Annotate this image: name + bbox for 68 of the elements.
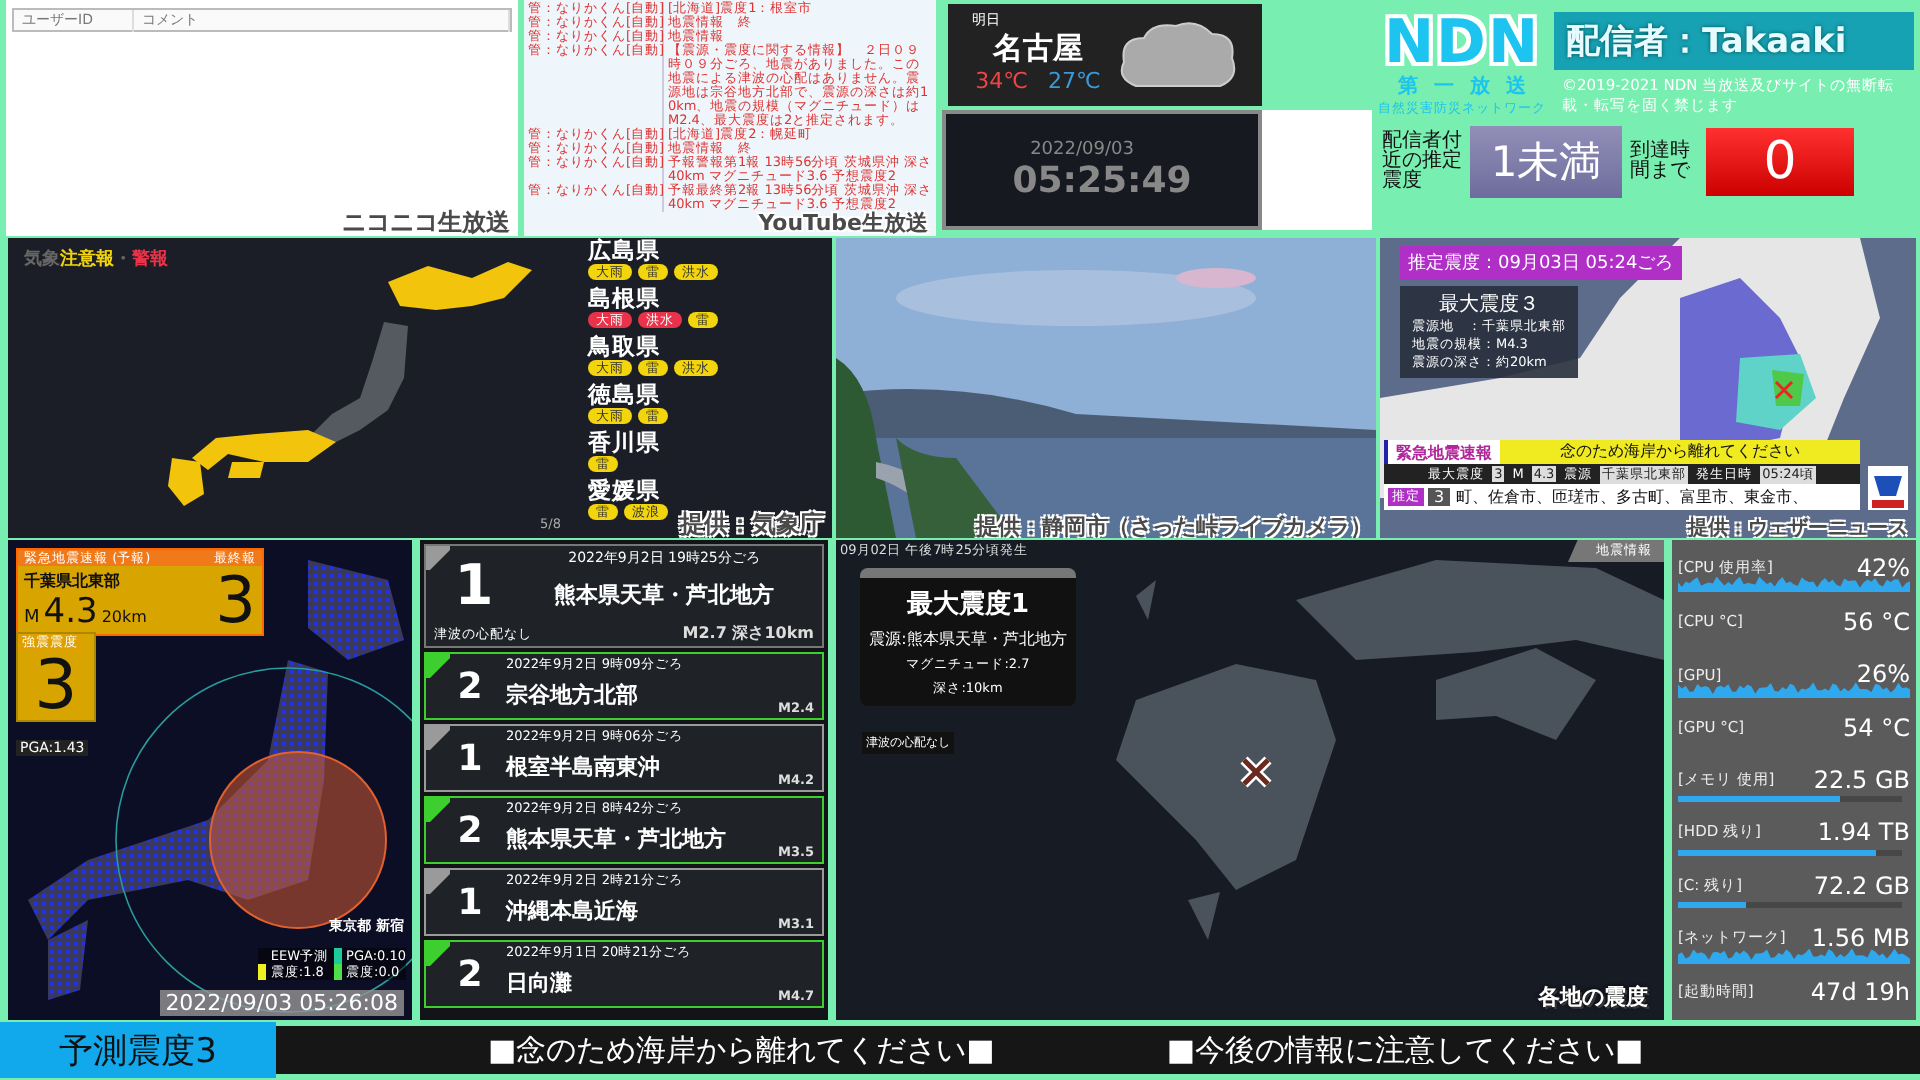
- alert-label: 緊急地震速報: [1384, 440, 1500, 464]
- stat-value: 42%: [1856, 554, 1910, 583]
- city-name: 名古屋: [993, 29, 1083, 67]
- local-intensity-label: 配信者付近の推定震度: [1382, 132, 1462, 192]
- cloud-icon: [1116, 17, 1240, 93]
- quake-place: 熊本県天草・芦北地方: [554, 579, 774, 609]
- max-intensity: 最大震度1: [906, 587, 1030, 622]
- panel-caption: 提供：ウェザーニュース: [1688, 515, 1908, 538]
- stat-value: 1.56 MB: [1811, 924, 1910, 953]
- quake-intensity: 2: [455, 951, 485, 999]
- high-temperature: 34℃: [975, 67, 1028, 93]
- observed-intensity: 3: [34, 652, 78, 720]
- area-list: 町、佐倉市、匝瑳市、多古町、富里市、東金市、: [1456, 486, 1809, 508]
- clock-date: 2022/09/03: [1030, 139, 1134, 159]
- panel-caption: ニコニコ生放送: [342, 206, 510, 236]
- max-intensity: 最大震度３: [1437, 292, 1541, 318]
- prefecture-name: 香川県: [588, 430, 662, 456]
- prefecture-name: 徳島県: [588, 382, 662, 408]
- estimate-value: 3: [1428, 488, 1451, 506]
- panel-caption: YouTube生放送: [758, 210, 928, 236]
- ticker-message: ■念のため海岸から離れてください■: [488, 1031, 995, 1069]
- depth-value: 20km: [101, 608, 147, 626]
- map-logo: 各地の震度: [1538, 982, 1648, 1012]
- magnitude-prefix: M: [24, 608, 40, 628]
- forecast-intensity-label: 予測震度3: [0, 1022, 276, 1078]
- epicenter-region: 千葉県北東部: [24, 570, 122, 592]
- quake-place: 熊本県天草・芦北地方: [506, 824, 726, 854]
- prefecture-name: 愛媛県: [588, 478, 662, 504]
- stat-value: 56 °C: [1843, 607, 1910, 636]
- quake-intensity: 1: [455, 879, 485, 927]
- quake-magnitude: M2.7 深さ10km: [682, 622, 814, 644]
- prefecture-name: 鳥取県: [588, 334, 662, 360]
- quake-intensity: 2: [455, 663, 485, 711]
- map-title: 気象注意報・警報: [24, 246, 168, 272]
- stat-value: 54 °C: [1843, 713, 1910, 742]
- station-logo: NDN: [1383, 12, 1541, 76]
- stat-value: 1.94 TB: [1817, 818, 1910, 847]
- ticker-message: ■今後の情報に注意してください■: [1166, 1031, 1644, 1069]
- local-intensity: 1未満: [1470, 126, 1622, 198]
- streamer-name: 配信者：Takaaki: [1554, 12, 1914, 70]
- channel-name: 第一放送: [1398, 76, 1542, 100]
- stat-value: 72.2 GB: [1813, 871, 1910, 900]
- forecast-intensity: 3: [215, 568, 256, 632]
- panel-caption: 提供：気象庁: [680, 508, 824, 538]
- quake-intensity: 2: [455, 807, 485, 855]
- stat-value: 26%: [1856, 660, 1910, 689]
- estimate-badge: 推定震度：09月03日 05:24ごろ: [1400, 246, 1682, 280]
- quake-place: 沖縄本島近海: [506, 896, 638, 926]
- prefecture-name: 島根県: [588, 286, 662, 312]
- stat-value: 22.5 GB: [1813, 765, 1910, 794]
- prefecture-name: 広島県: [588, 238, 662, 264]
- arrival-countdown: 0: [1706, 128, 1854, 196]
- arrival-label: 到達時間まで: [1630, 142, 1690, 182]
- logo-icon: [1868, 466, 1908, 510]
- clock-time: 05:25:49: [1012, 159, 1192, 201]
- timestamp: 2022/09/03 05:26:08: [159, 990, 404, 1016]
- quake-place: 日向灘: [506, 968, 572, 998]
- epicenter-marker-icon: [1240, 756, 1272, 788]
- quake-place: 宗谷地方北部: [506, 680, 638, 710]
- quake-detail: 震源:熊本県天草・芦北地方: [869, 628, 1067, 650]
- blank-panel: [1262, 110, 1372, 230]
- quake-place: 根室半島南東沖: [506, 752, 660, 782]
- stat-value: 47d 19h: [1810, 977, 1910, 1006]
- alert-message: 念のため海岸から離れてください: [1500, 440, 1860, 464]
- magnitude-value: 4.3: [43, 592, 98, 632]
- quake-intensity: 1: [455, 735, 485, 783]
- quake-intensity: 1: [452, 549, 496, 620]
- low-temperature: 27℃: [1048, 67, 1101, 93]
